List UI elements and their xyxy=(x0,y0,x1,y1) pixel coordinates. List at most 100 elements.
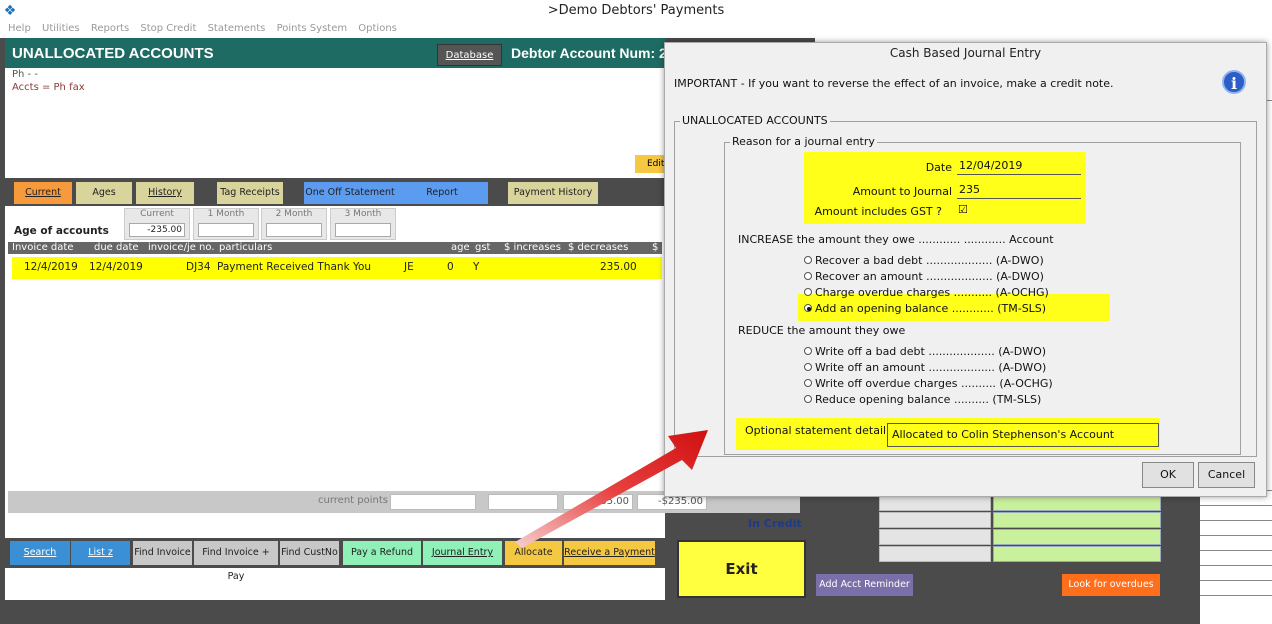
page-title: UNALLOCATED ACCOUNTS xyxy=(12,45,214,62)
ok-button[interactable]: OK xyxy=(1142,462,1194,488)
radio-label: Recover a bad debt ................... (… xyxy=(815,254,1044,267)
tab-payment-history[interactable]: Payment History xyxy=(508,182,598,204)
right-field-green xyxy=(993,512,1161,528)
radio-charge-overdue[interactable]: Charge overdue charges ........... (A-OC… xyxy=(804,286,1049,299)
right-field xyxy=(879,529,991,545)
col-age: age xyxy=(451,242,470,253)
radio-label: Reduce opening balance .......... (TM-SL… xyxy=(815,393,1042,406)
menu-stop-credit[interactable]: Stop Credit xyxy=(140,23,196,34)
right-field-green xyxy=(993,546,1161,562)
cell-gst: Y xyxy=(473,261,480,273)
tab-history[interactable]: History xyxy=(136,182,194,204)
amount-field[interactable]: 235 xyxy=(957,181,1081,199)
age-2month: 2 Month xyxy=(261,208,327,240)
right-field xyxy=(879,495,991,511)
edit-button[interactable]: Edit xyxy=(635,155,665,173)
tab-report[interactable]: Report xyxy=(396,182,488,204)
menu-options[interactable]: Options xyxy=(358,23,397,34)
radio-label: Write off overdue charges .......... (A-… xyxy=(815,377,1053,390)
radio-label: Add an opening balance ............ (TM-… xyxy=(815,302,1047,315)
optional-detail-field[interactable]: Allocated to Colin Stephenson's Account xyxy=(887,423,1159,447)
radio-add-opening-balance[interactable]: Add an opening balance ............ (TM-… xyxy=(804,302,1046,315)
add-acct-reminder-button[interactable]: Add Acct Reminder xyxy=(816,574,913,596)
contact-accts: Accts = Ph fax xyxy=(12,82,85,93)
radio-dot xyxy=(804,395,812,403)
red-arrow-icon xyxy=(515,430,708,548)
database-button[interactable]: Database xyxy=(437,44,502,66)
side-list-line xyxy=(1200,580,1272,581)
cancel-button[interactable]: Cancel xyxy=(1198,462,1255,488)
cell-due-date: 12/4/2019 xyxy=(89,261,143,273)
age-3month: 3 Month xyxy=(330,208,396,240)
age-1month-value xyxy=(198,223,254,237)
age-3month-title: 3 Month xyxy=(344,209,382,219)
table-row[interactable]: 12/4/2019 12/4/2019 DJ34 Payment Receive… xyxy=(12,257,662,279)
radio-reduce-opening-balance[interactable]: Reduce opening balance .......... (TM-SL… xyxy=(804,393,1041,406)
cell-age: 0 xyxy=(447,261,454,273)
find-custno-button[interactable]: Find CustNo xyxy=(280,541,339,565)
age-current: Current -235.00 xyxy=(124,208,190,240)
tab-ages[interactable]: Ages xyxy=(76,182,132,204)
cell-particulars: Payment Received Thank You xyxy=(217,261,372,273)
find-invoice-pay-button[interactable]: Find Invoice + Pay xyxy=(194,541,278,582)
side-list-line xyxy=(1200,520,1272,521)
right-field xyxy=(879,546,991,562)
search-button[interactable]: Search xyxy=(10,541,70,565)
col-invoice-je: invoice/je no. xyxy=(148,242,215,253)
pay-refund-button[interactable]: Pay a Refund xyxy=(343,541,421,565)
tab-tag-receipts[interactable]: Tag Receipts xyxy=(217,182,283,204)
age-current-title: Current xyxy=(140,209,174,219)
radio-recover-amount[interactable]: Recover an amount ................... (A… xyxy=(804,270,1044,283)
menu-points-system[interactable]: Points System xyxy=(277,23,348,34)
table-header: Invoice date due date invoice/je no. par… xyxy=(8,242,662,265)
dialog-important-note: IMPORTANT - If you want to reverse the e… xyxy=(674,77,1114,90)
side-list-line xyxy=(1200,535,1272,536)
reason-group-label: Reason for a journal entry xyxy=(730,135,877,148)
radio-dot-selected xyxy=(804,304,812,312)
gst-label: Amount includes GST ? xyxy=(814,205,942,218)
look-for-overdues-button[interactable]: Look for overdues xyxy=(1062,574,1160,596)
contact-phone: Ph - - xyxy=(12,69,38,80)
age-3month-value xyxy=(335,223,391,237)
account-number: Debtor Account Num: 25 xyxy=(511,45,675,61)
menu-statements[interactable]: Statements xyxy=(208,23,266,34)
tab-one-off-statement[interactable]: One Off Statement xyxy=(304,182,396,204)
date-label: Date xyxy=(925,161,952,174)
find-invoice-button[interactable]: Find Invoice xyxy=(133,541,192,565)
side-list-line xyxy=(1200,595,1272,596)
points-field xyxy=(390,494,476,510)
gst-checkbox[interactable]: ☑ xyxy=(958,204,968,215)
radio-recover-bad-debt[interactable]: Recover a bad debt ................... (… xyxy=(804,254,1044,267)
list-button[interactable]: List z xyxy=(71,541,130,565)
optional-detail-label: Optional statement detail xyxy=(745,424,887,437)
col-particulars: particulars xyxy=(219,242,273,253)
radio-write-off-bad-debt[interactable]: Write off a bad debt ...................… xyxy=(804,345,1046,358)
col-gst: gst xyxy=(475,242,491,253)
radio-dot xyxy=(804,379,812,387)
unallocated-group-label: UNALLOCATED ACCOUNTS xyxy=(680,114,830,127)
right-field-green xyxy=(993,495,1161,511)
side-list-line xyxy=(1200,550,1272,551)
side-list-line xyxy=(1200,565,1272,566)
date-field[interactable]: 12/04/2019 xyxy=(957,157,1081,175)
amount-label: Amount to Journal xyxy=(852,185,952,198)
menu-reports[interactable]: Reports xyxy=(91,23,129,34)
tab-current[interactable]: Current xyxy=(14,182,72,204)
radio-write-off-amount[interactable]: Write off an amount ................... … xyxy=(804,361,1046,374)
menu-help[interactable]: Help xyxy=(8,23,31,34)
journal-entry-button[interactable]: Journal Entry xyxy=(423,541,502,565)
age-current-value: -235.00 xyxy=(129,223,185,237)
age-1month-title: 1 Month xyxy=(207,209,245,219)
current-points-label: current points xyxy=(318,495,388,506)
radio-dot xyxy=(804,363,812,371)
increase-label: INCREASE the amount they owe ...........… xyxy=(738,233,1054,246)
col-invoice-date: Invoice date xyxy=(12,242,74,253)
radio-label: Recover an amount ................... (A… xyxy=(815,270,1044,283)
col-increases: $ increases xyxy=(504,242,561,253)
radio-write-off-overdue[interactable]: Write off overdue charges .......... (A-… xyxy=(804,377,1053,390)
radio-dot xyxy=(804,256,812,264)
age-1month: 1 Month xyxy=(193,208,259,240)
menu-utilities[interactable]: Utilities xyxy=(42,23,80,34)
radio-label: Charge overdue charges ........... (A-OC… xyxy=(815,286,1049,299)
age-2month-value xyxy=(266,223,322,237)
